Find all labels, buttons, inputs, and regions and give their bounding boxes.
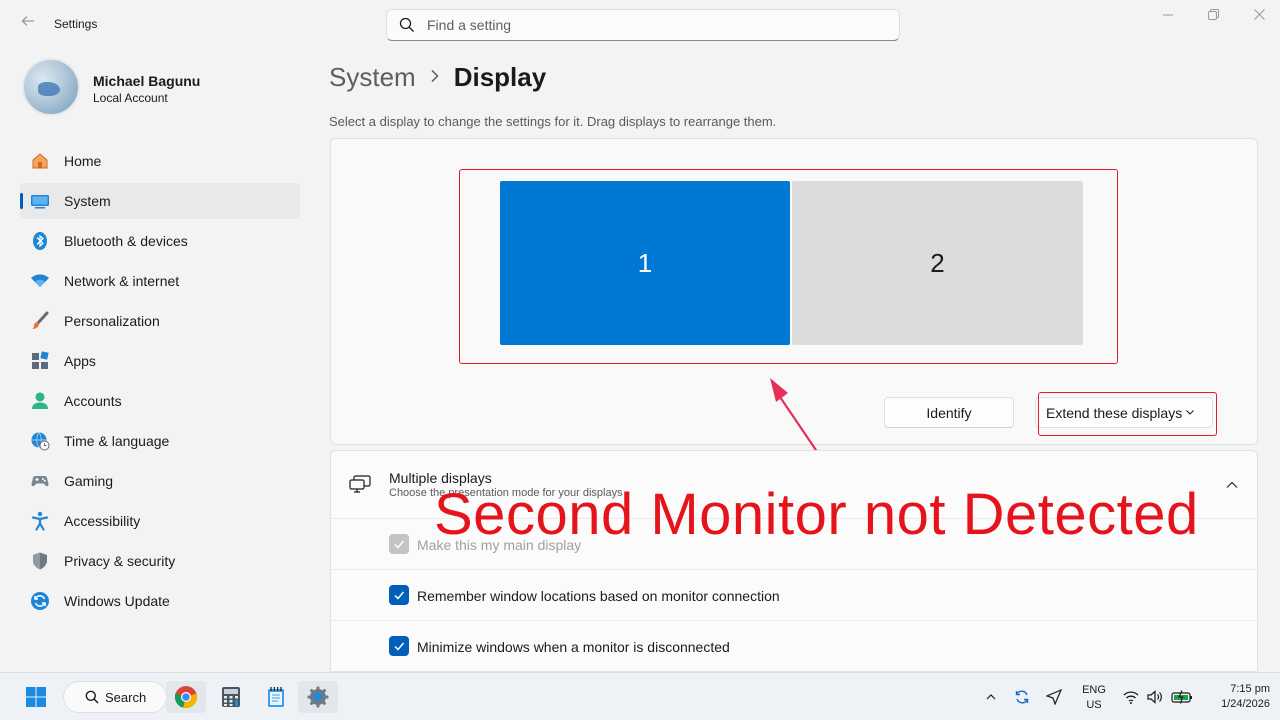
annotation-title: Second Monitor not Detected — [434, 482, 1199, 547]
checkmark-icon — [394, 591, 405, 600]
minimize-icon — [1163, 14, 1173, 16]
back-arrow-icon[interactable] — [16, 12, 40, 36]
taskbar: Search ENG US 7:15 pm 1/24/2026 — [0, 672, 1280, 720]
sidebar-item-system[interactable]: System — [20, 183, 300, 219]
chevron-up-icon[interactable] — [982, 688, 1000, 706]
option-label: Remember window locations based on monit… — [417, 588, 780, 604]
search-icon — [85, 690, 99, 704]
sidebar-item-label: Home — [64, 153, 102, 169]
main-display-checkbox[interactable] — [389, 534, 409, 554]
sidebar-item-label: System — [64, 193, 111, 209]
close-button[interactable] — [1236, 6, 1280, 26]
option-row: Remember window locations based on monit… — [331, 569, 1257, 620]
app-title: Settings — [54, 17, 98, 31]
wifi-icon — [30, 271, 50, 291]
sidebar-item-label: Accounts — [64, 393, 122, 409]
language-code: ENG — [1082, 684, 1106, 696]
brush-icon — [30, 311, 50, 331]
globe-clock-icon — [30, 431, 50, 451]
option-label: Minimize windows when a monitor is disco… — [417, 639, 730, 655]
avatar — [22, 58, 80, 116]
title-bar: Settings — [0, 0, 1280, 48]
sidebar-item-gaming[interactable]: Gaming — [20, 463, 300, 499]
sidebar-item-bluetooth[interactable]: Bluetooth & devices — [20, 223, 300, 259]
sidebar-item-home[interactable]: Home — [20, 143, 300, 179]
system-clock[interactable]: 7:15 pm 1/24/2026 — [1200, 682, 1270, 712]
minimize-windows-checkbox[interactable] — [389, 636, 409, 656]
sidebar-nav: Home System Bluetooth & devices Network … — [20, 143, 300, 623]
windows-start-icon[interactable] — [16, 681, 56, 713]
sidebar-item-label: Privacy & security — [64, 553, 176, 569]
chevron-right-icon — [430, 67, 440, 88]
accounts-icon — [30, 391, 50, 411]
minimize-button[interactable] — [1145, 6, 1191, 26]
restore-button[interactable] — [1190, 6, 1236, 26]
sidebar-item-time-language[interactable]: Time & language — [20, 423, 300, 459]
sidebar-item-label: Apps — [64, 353, 96, 369]
checkmark-icon — [394, 540, 405, 549]
system-icon — [30, 191, 50, 211]
profile-name: Michael Bagunu — [93, 73, 201, 89]
sidebar-item-label: Bluetooth & devices — [64, 233, 188, 249]
settings-gear-icon[interactable] — [298, 681, 338, 713]
input-language[interactable]: ENG US — [1080, 683, 1108, 713]
checkmark-icon — [394, 642, 405, 651]
sidebar-item-accessibility[interactable]: Accessibility — [20, 503, 300, 539]
calculator-icon[interactable] — [211, 681, 251, 713]
sidebar-item-windows-update[interactable]: Windows Update — [20, 583, 300, 619]
option-row: Minimize windows when a monitor is disco… — [331, 620, 1257, 671]
sidebar-item-label: Time & language — [64, 433, 170, 449]
breadcrumb: System Display — [329, 59, 546, 95]
page-title: Display — [453, 61, 547, 92]
helper-text: Select a display to change the settings … — [329, 114, 777, 129]
apps-icon — [30, 351, 50, 371]
sidebar-item-accounts[interactable]: Accounts — [20, 383, 300, 419]
location-arrow-icon[interactable] — [1045, 688, 1063, 706]
close-icon — [1253, 9, 1265, 20]
settings-search-box[interactable] — [386, 9, 900, 41]
notepad-icon[interactable] — [256, 681, 296, 713]
sidebar-item-personalization[interactable]: Personalization — [20, 303, 300, 339]
identify-button[interactable]: Identify — [884, 397, 1014, 428]
breadcrumb-parent[interactable]: System — [329, 62, 416, 93]
sidebar-item-label: Gaming — [64, 473, 114, 489]
taskbar-search[interactable]: Search — [63, 681, 167, 713]
search-input[interactable] — [427, 17, 847, 33]
multiple-displays-icon — [349, 475, 371, 493]
sidebar-item-network[interactable]: Network & internet — [20, 263, 300, 299]
dropdown-highlight-box — [1038, 392, 1217, 436]
monitors-highlight-box — [459, 169, 1118, 364]
chevron-up-icon[interactable] — [1225, 478, 1239, 492]
update-icon — [30, 591, 50, 611]
sidebar-item-label: Windows Update — [64, 593, 170, 609]
wifi-icon[interactable] — [1122, 688, 1140, 706]
shield-icon — [30, 551, 50, 571]
restore-icon — [1207, 9, 1219, 20]
profile-account-type: Local Account — [93, 91, 168, 105]
gamepad-icon — [30, 471, 50, 491]
clock-time: 7:15 pm — [1230, 683, 1270, 695]
sync-icon[interactable] — [1013, 688, 1031, 706]
sidebar-item-label: Network & internet — [64, 273, 180, 289]
chrome-icon[interactable] — [166, 681, 206, 713]
taskbar-search-label: Search — [105, 689, 147, 705]
clock-date: 1/24/2026 — [1221, 698, 1270, 710]
accessibility-icon — [30, 511, 50, 531]
volume-icon[interactable] — [1146, 688, 1164, 706]
battery-charging-icon[interactable] — [1171, 688, 1193, 706]
sidebar-item-privacy-security[interactable]: Privacy & security — [20, 543, 300, 579]
user-profile[interactable]: Michael Bagunu Local Account — [22, 58, 302, 118]
remember-window-locations-checkbox[interactable] — [389, 585, 409, 605]
bluetooth-icon — [30, 231, 50, 251]
home-icon — [30, 151, 50, 171]
region-code: US — [1086, 699, 1102, 711]
sidebar-item-label: Personalization — [64, 313, 160, 329]
sidebar-item-apps[interactable]: Apps — [20, 343, 300, 379]
search-icon — [399, 17, 414, 32]
sidebar-item-label: Accessibility — [64, 513, 141, 529]
